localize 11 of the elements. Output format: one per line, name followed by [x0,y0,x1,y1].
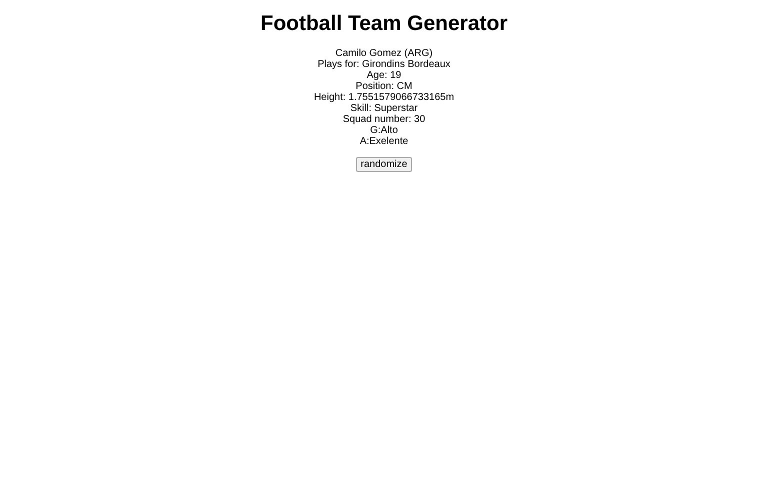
player-info-line: Skill: Superstar [350,103,418,114]
randomize-button[interactable]: randomize [356,157,412,172]
player-info-line: Position: CM [356,81,412,92]
player-info-line: Height: 1.7551579066733165m [314,92,454,103]
player-info-line: Age: 19 [366,70,402,81]
player-info-line: Squad number: 30 [342,114,426,125]
player-info-line: G:Alto [370,125,398,136]
player-info-line: A:Exelente [360,136,408,147]
player-info-line: Camilo Gomez (ARG) [335,48,433,59]
player-info-line: Plays for: Girondins Bordeaux [318,59,450,70]
page-title: Football Team Generator [260,12,508,36]
